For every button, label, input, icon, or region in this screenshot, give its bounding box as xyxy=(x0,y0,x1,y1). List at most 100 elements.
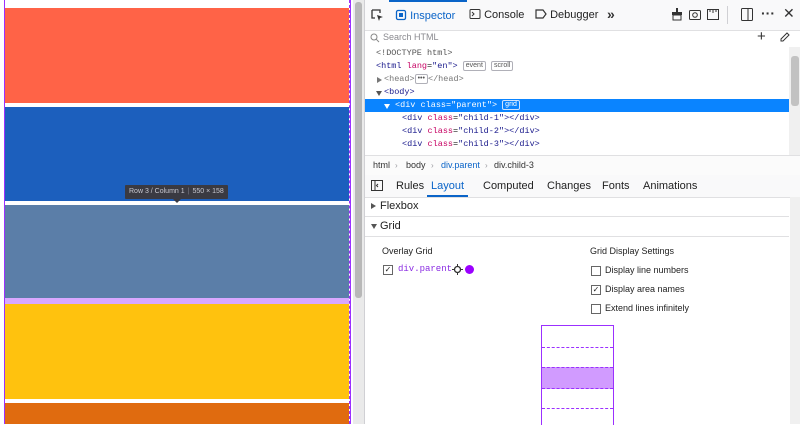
grid-area-tooltip: Row 3 / Column 1 | 550 × 158 xyxy=(125,185,228,199)
html-search-bar[interactable]: Search HTML + xyxy=(365,29,800,48)
toolbar-divider xyxy=(727,6,728,24)
collapse-icon[interactable] xyxy=(384,104,390,109)
tab-animations[interactable]: Animations xyxy=(643,175,697,197)
markup-line-parent-selected[interactable]: <div class="parent"> grid xyxy=(365,99,789,112)
extend-lines-label: Extend lines infinitely xyxy=(605,303,690,313)
grid-outline-line xyxy=(542,408,613,409)
div-tag-close: ></div> xyxy=(504,139,540,149)
scroll-badge[interactable]: scroll xyxy=(491,61,514,71)
breadcrumb: html › body › div.parent › div.child-3 xyxy=(365,155,800,176)
grid-display-settings-heading: Grid Display Settings xyxy=(590,246,675,256)
grid-item-1[interactable] xyxy=(5,8,349,103)
expand-icon xyxy=(371,203,376,209)
breadcrumb-div-child[interactable]: div.child-3 xyxy=(494,156,534,175)
devtools-toolbar: Inspector Console Debugger » ··· ✕ xyxy=(365,0,800,31)
screenshot-icon[interactable] xyxy=(689,9,701,22)
markup-line-child[interactable]: <div class="child-2"></div> xyxy=(365,125,789,138)
tab-computed[interactable]: Computed xyxy=(483,175,534,197)
tooltip-arrow xyxy=(173,199,181,203)
inspector-icon xyxy=(395,9,407,23)
collapsed-badge[interactable]: ••• xyxy=(414,74,428,84)
grid-outline-selected-cell[interactable] xyxy=(542,367,613,389)
tab-rules[interactable]: Rules xyxy=(396,175,424,197)
tab-console[interactable]: Console xyxy=(469,0,524,30)
rulers-icon[interactable] xyxy=(707,9,719,22)
grid-area-size: 550 × 158 xyxy=(192,188,224,195)
head-tag: <head> xyxy=(384,74,415,84)
class-value: "parent" xyxy=(451,100,492,110)
div-tag: <div xyxy=(395,100,416,110)
markup-line-child[interactable]: <div class="child-3"></div> xyxy=(365,138,789,151)
toggle-sidebar-icon[interactable] xyxy=(371,180,383,193)
eyedropper-icon[interactable] xyxy=(779,32,790,45)
tab-changes[interactable]: Changes xyxy=(547,175,591,197)
markup-line-body[interactable]: <body> xyxy=(365,86,789,99)
display-area-names-checkbox[interactable]: ✓ xyxy=(591,285,601,295)
div-tag-close: ></div> xyxy=(504,113,540,123)
markup-line-child[interactable]: <div class="child-1"></div> xyxy=(365,112,789,125)
dock-side-icon[interactable] xyxy=(741,8,753,23)
grid-section-header[interactable]: Grid xyxy=(365,217,789,237)
grid-color-swatch[interactable] xyxy=(465,265,474,274)
markup-scrollbar-thumb[interactable] xyxy=(791,56,799,106)
overlay-grid-checkbox[interactable]: ✓ xyxy=(383,265,393,275)
breadcrumb-div-parent[interactable]: div.parent xyxy=(441,156,480,175)
tab-fonts[interactable]: Fonts xyxy=(602,175,630,197)
extend-lines-checkbox[interactable] xyxy=(591,304,601,314)
class-attr: class xyxy=(420,100,447,110)
tab-inspector-label: Inspector xyxy=(410,10,456,22)
body-tag: <body> xyxy=(384,87,415,97)
page-preview[interactable]: Row 3 / Column 1 | 550 × 158 xyxy=(0,0,353,424)
close-icon[interactable]: ✕ xyxy=(783,6,795,20)
grid-badge[interactable]: grid xyxy=(502,100,520,110)
grid-outline-line xyxy=(542,347,613,348)
breadcrumb-body[interactable]: body xyxy=(406,156,426,175)
search-input[interactable]: Search HTML xyxy=(383,32,439,42)
tab-console-label: Console xyxy=(484,9,525,21)
sidebar-tabs: Rules Layout Computed Changes Fonts Anim… xyxy=(365,175,800,198)
display-area-names-label: Display area names xyxy=(605,284,685,294)
html-tag-end: > xyxy=(452,61,458,71)
collapse-icon[interactable] xyxy=(376,91,382,96)
html-tag: <html xyxy=(376,61,402,71)
tab-layout[interactable]: Layout xyxy=(427,175,469,197)
grid-item-3[interactable] xyxy=(5,205,349,298)
markup-line-doctype[interactable]: <!DOCTYPE html> xyxy=(365,47,789,60)
div-tag-close: ></div> xyxy=(504,126,540,136)
markup-view[interactable]: <!DOCTYPE html> <html lang="en"> event s… xyxy=(365,47,789,155)
menu-dots-icon[interactable]: ··· xyxy=(761,6,775,20)
tab-inspector[interactable]: Inspector xyxy=(389,0,467,30)
more-tools-icon[interactable]: » xyxy=(607,7,615,21)
div-tag: <div xyxy=(402,126,423,136)
chevron-right-icon: › xyxy=(485,161,488,170)
paint-flashing-icon[interactable] xyxy=(671,8,683,23)
element-picker-icon[interactable] xyxy=(371,9,384,24)
layout-scrollbar[interactable] xyxy=(790,197,800,424)
add-node-icon[interactable]: + xyxy=(757,29,766,44)
head-tag-close: </head> xyxy=(427,74,464,84)
page-scrollbar-thumb[interactable] xyxy=(355,2,362,298)
grid-item-5[interactable] xyxy=(5,403,349,424)
markup-line-head[interactable]: <head> ••• </head> xyxy=(365,73,789,86)
flexbox-section-header[interactable]: Flexbox xyxy=(365,197,789,217)
breadcrumb-html[interactable]: html xyxy=(373,156,390,175)
expand-icon[interactable] xyxy=(377,77,382,83)
tab-debugger[interactable]: Debugger xyxy=(535,0,598,30)
search-icon xyxy=(370,33,380,45)
grid-label: Grid xyxy=(380,220,401,232)
display-line-numbers-label: Display line numbers xyxy=(605,265,689,275)
div-tag: <div xyxy=(402,139,423,149)
class-value: "child-3" xyxy=(458,139,505,149)
grid-item-name: div.parent xyxy=(398,264,453,274)
display-line-numbers-checkbox[interactable] xyxy=(591,266,601,276)
grid-outline[interactable] xyxy=(541,325,614,425)
class-attr: class xyxy=(427,126,454,136)
markup-line-html[interactable]: <html lang="en"> event scroll xyxy=(365,60,789,73)
grid-item-4[interactable] xyxy=(5,304,349,399)
event-badge[interactable]: event xyxy=(462,61,486,71)
chevron-right-icon: › xyxy=(431,161,434,170)
debugger-icon xyxy=(535,8,547,22)
lang-value: "en" xyxy=(432,61,453,71)
highlight-node-icon[interactable] xyxy=(452,264,463,277)
console-icon xyxy=(469,8,481,22)
